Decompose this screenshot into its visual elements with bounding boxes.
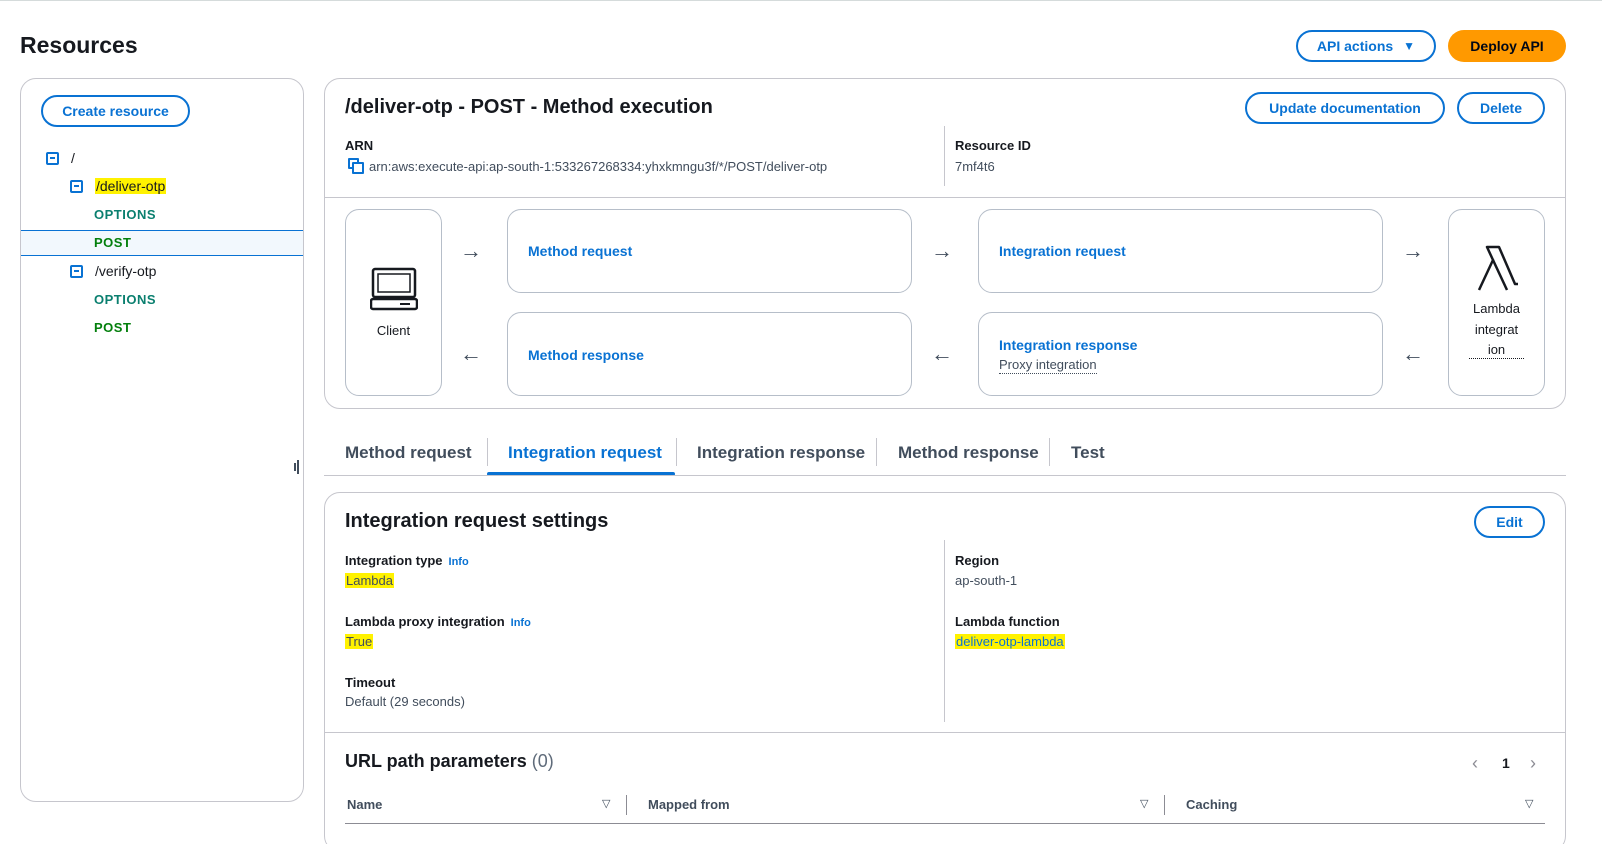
- create-resource-button[interactable]: Create resource: [41, 95, 190, 127]
- lambda-icon: [1477, 245, 1518, 291]
- deploy-api-button[interactable]: Deploy API: [1448, 30, 1566, 62]
- tab-separator: [487, 438, 488, 466]
- integration-type-text: Lambda: [345, 573, 394, 588]
- tree-node-label: /: [71, 150, 75, 166]
- arn-divider: [944, 126, 945, 186]
- integration-response-link[interactable]: Integration response: [999, 337, 1137, 353]
- page-title: Resources: [20, 32, 138, 58]
- tab-test[interactable]: Test: [1071, 438, 1105, 476]
- api-actions-label: API actions: [1316, 38, 1394, 54]
- method-response-link[interactable]: Method response: [528, 347, 644, 363]
- arn-value: arn:aws:execute-api:ap-south-1:533267268…: [369, 159, 828, 174]
- resource-id-label: Resource ID: [955, 138, 1031, 153]
- card-divider: [325, 197, 1565, 198]
- top-border: [0, 0, 1602, 1]
- tab-separator: [676, 438, 677, 466]
- timeout-value: Default (29 seconds): [345, 694, 465, 709]
- tab-method-response[interactable]: Method response: [898, 438, 1039, 476]
- integration-request-link[interactable]: Integration request: [999, 243, 1126, 259]
- pagination-page[interactable]: 1: [1502, 755, 1510, 771]
- lambda-proxy-text: True: [345, 634, 374, 649]
- lambda-label-line3: ion: [1469, 342, 1524, 359]
- tree-method-post[interactable]: POST: [94, 320, 131, 335]
- tree-node-verify-otp[interactable]: /verify-otp: [70, 263, 156, 279]
- integration-type-value: Lambda: [345, 573, 394, 588]
- integration-response-box[interactable]: [978, 312, 1383, 396]
- column-header-mapped-from[interactable]: Mapped from: [648, 797, 730, 812]
- region-label: Region: [955, 553, 1000, 568]
- column-header-name[interactable]: Name: [347, 797, 382, 812]
- update-documentation-button[interactable]: Update documentation: [1245, 92, 1445, 124]
- url-params-heading: URL path parameters (0): [345, 751, 554, 772]
- resource-id-value: 7mf4t6: [955, 159, 995, 174]
- lambda-proxy-value: True: [345, 634, 374, 649]
- lambda-proxy-label: Lambda proxy integration: [345, 614, 505, 629]
- integration-settings-title: Integration request settings: [345, 510, 609, 532]
- method-request-link[interactable]: Method request: [528, 243, 632, 259]
- info-link[interactable]: Info: [449, 556, 469, 568]
- arn-label: ARN: [345, 138, 374, 153]
- lambda-label-line2: integrat: [1474, 322, 1519, 337]
- collapse-icon[interactable]: [46, 151, 59, 165]
- column-separator[interactable]: [1164, 795, 1165, 815]
- collapse-icon[interactable]: [70, 264, 83, 278]
- tree-method-options[interactable]: OPTIONS: [94, 292, 156, 307]
- integration-type-label: Integration type: [345, 553, 443, 568]
- tabs-bottom-border: [324, 475, 1566, 476]
- lambda-proxy-field: Lambda proxy integration Info: [345, 614, 531, 629]
- tab-method-request[interactable]: Method request: [345, 438, 472, 476]
- integration-settings-card: [324, 492, 1566, 844]
- client-label: Client: [376, 323, 411, 338]
- arrow-right-icon: →: [931, 238, 953, 263]
- chevron-left-icon[interactable]: ‹: [1472, 753, 1478, 774]
- tree-method-post-selected[interactable]: POST: [94, 235, 131, 250]
- url-params-title: URL path parameters: [345, 751, 527, 771]
- edit-button[interactable]: Edit: [1474, 506, 1545, 538]
- info-link[interactable]: Info: [511, 617, 531, 629]
- arrow-left-icon: ←: [460, 341, 482, 366]
- tab-integration-response[interactable]: Integration response: [697, 438, 865, 476]
- settings-section-divider: [325, 732, 1565, 733]
- method-execution-title: /deliver-otp - POST - Method execution: [345, 96, 713, 118]
- column-header-caching[interactable]: Caching: [1186, 797, 1237, 812]
- tree-node-label: /deliver-otp: [95, 178, 167, 194]
- lambda-function-link[interactable]: deliver-otp-lambda: [955, 634, 1065, 649]
- computer-icon: [370, 267, 418, 311]
- selected-row-highlight: [21, 230, 303, 256]
- sort-icon[interactable]: ▽: [1525, 797, 1533, 810]
- tab-separator: [1049, 438, 1050, 466]
- url-params-count: (0): [531, 751, 554, 771]
- chevron-right-icon[interactable]: ›: [1530, 753, 1536, 774]
- settings-divider: [944, 540, 945, 722]
- column-separator[interactable]: [626, 795, 627, 815]
- lambda-function-value[interactable]: deliver-otp-lambda: [955, 634, 1065, 649]
- tree-node-label: /verify-otp: [95, 263, 157, 279]
- lambda-function-label: Lambda function: [955, 614, 1060, 629]
- tab-separator: [876, 438, 877, 466]
- integration-type-field: Integration type Info: [345, 553, 469, 568]
- proxy-integration-label: Proxy integration: [999, 357, 1097, 374]
- arrow-right-icon: →: [460, 238, 482, 263]
- lambda-box[interactable]: Lambda integrat ion: [1448, 209, 1545, 396]
- table-header-border: [345, 823, 1545, 824]
- api-actions-button[interactable]: API actions ▼: [1296, 30, 1436, 62]
- arrow-right-icon: →: [1402, 238, 1424, 263]
- tab-integration-request[interactable]: Integration request: [508, 438, 662, 476]
- resize-handle-icon[interactable]: [294, 460, 300, 474]
- tree-node-root[interactable]: /: [46, 150, 75, 166]
- tree-node-deliver-otp[interactable]: /deliver-otp: [70, 178, 167, 194]
- tree-method-options[interactable]: OPTIONS: [94, 207, 156, 222]
- timeout-label: Timeout: [345, 675, 396, 690]
- sort-icon[interactable]: ▽: [1140, 797, 1148, 810]
- lambda-label-line1: Lambda: [1473, 301, 1520, 316]
- delete-button[interactable]: Delete: [1457, 92, 1545, 124]
- sort-icon[interactable]: ▽: [602, 797, 610, 810]
- caret-down-icon: ▼: [1403, 39, 1416, 53]
- collapse-icon[interactable]: [70, 179, 83, 193]
- copy-icon[interactable]: [348, 158, 364, 174]
- arrow-left-icon: ←: [931, 341, 953, 366]
- arrow-left-icon: ←: [1402, 341, 1424, 366]
- region-value: ap-south-1: [955, 573, 1018, 588]
- client-box: Client: [345, 209, 442, 396]
